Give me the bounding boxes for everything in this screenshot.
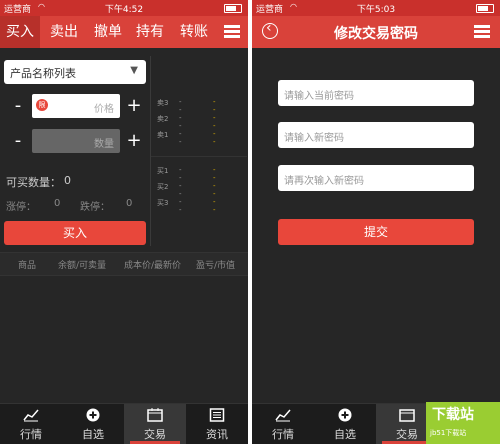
nav-label: 资讯 bbox=[206, 428, 228, 441]
site-watermark-logo: 下载站 jb51下载站 bbox=[426, 402, 500, 444]
page: 运营商 ◠ 下午4:52 买入 卖出 撤单 持有 转账 产品名称列表 ▼ - 限… bbox=[0, 0, 500, 444]
menu-icon[interactable] bbox=[224, 24, 240, 40]
price-decrease-button[interactable]: - bbox=[8, 96, 28, 116]
page-title: 修改交易密码 bbox=[334, 26, 418, 42]
limit-up-label: 涨停： bbox=[6, 202, 36, 213]
qty-decrease-button[interactable]: - bbox=[8, 131, 28, 151]
order-book-row: 卖2 -- -- bbox=[157, 114, 216, 130]
calendar-icon bbox=[147, 408, 163, 422]
holdings-table-header: 商品 余额/可卖量 成本价/最新价 盈亏/市值 bbox=[0, 252, 248, 276]
status-bar: 运营商 ◠ 下午5:03 bbox=[252, 0, 500, 16]
submit-button[interactable]: 提交 bbox=[278, 219, 474, 245]
clock: 下午5:03 bbox=[356, 5, 396, 15]
buy-level-label: 买2 bbox=[157, 183, 169, 191]
nav-watchlist[interactable]: 自选 bbox=[314, 404, 376, 444]
price-input[interactable]: 限 价格 bbox=[32, 94, 120, 118]
column-header: 余额/可卖量 bbox=[58, 261, 107, 271]
chart-icon bbox=[275, 409, 291, 422]
page-header: 修改交易密码 bbox=[252, 16, 500, 48]
order-book-row: 卖3 -- -- bbox=[157, 98, 216, 114]
plus-circle-icon bbox=[338, 408, 352, 422]
order-book-row: 卖1 -- -- bbox=[157, 130, 216, 146]
tab-holdings[interactable]: 持有 bbox=[130, 16, 170, 48]
volume-value: -- bbox=[213, 198, 216, 214]
chevron-down-icon: ▼ bbox=[130, 65, 138, 76]
nav-label: 行情 bbox=[272, 428, 294, 441]
column-header: 商品 bbox=[18, 261, 37, 271]
volume-value: -- bbox=[213, 98, 216, 114]
status-bar: 运营商 ◠ 下午4:52 bbox=[0, 0, 248, 16]
right-screen-change-password: 运营商 ◠ 下午5:03 修改交易密码 请输入当前密码 请输入新密码 请再次输入… bbox=[252, 0, 500, 444]
battery-icon bbox=[476, 4, 494, 13]
sell-level-label: 卖3 bbox=[157, 99, 169, 107]
watermark-title: 下载站 bbox=[432, 407, 474, 423]
sell-level-label: 卖2 bbox=[157, 115, 169, 123]
nav-watchlist[interactable]: 自选 bbox=[62, 404, 124, 444]
news-icon bbox=[209, 408, 225, 422]
watermark-subtitle: jb51下载站 bbox=[430, 429, 467, 437]
limit-down-label: 跌停： bbox=[80, 202, 110, 213]
qty-placeholder: 数量 bbox=[94, 139, 114, 150]
limit-up-value: 0 bbox=[54, 198, 61, 209]
tab-transfer[interactable]: 转账 bbox=[174, 16, 214, 48]
tab-sell[interactable]: 卖出 bbox=[44, 16, 84, 48]
product-dropdown-label: 产品名称列表 bbox=[10, 67, 76, 80]
tab-cancel[interactable]: 撤单 bbox=[88, 16, 128, 48]
input-placeholder: 请输入新密码 bbox=[284, 133, 344, 144]
volume-value: -- bbox=[213, 130, 216, 146]
tab-buy[interactable]: 买入 bbox=[0, 16, 40, 48]
confirm-password-input[interactable]: 请再次输入新密码 bbox=[278, 165, 474, 191]
volume-value: -- bbox=[213, 182, 216, 198]
column-header: 盈亏/市值 bbox=[196, 261, 236, 271]
order-book-row: 买2 -- -- bbox=[157, 182, 216, 198]
chart-icon bbox=[23, 409, 39, 422]
order-book: 卖3 -- -- 卖2 -- -- 卖1 -- -- 买1 -- -- 买2 -- -- 买3 -- -… bbox=[150, 56, 247, 246]
buy-level-label: 买1 bbox=[157, 167, 169, 175]
buyable-qty-label: 可买数量： bbox=[6, 176, 61, 189]
current-password-input[interactable]: 请输入当前密码 bbox=[278, 80, 474, 106]
price-value: -- bbox=[179, 182, 182, 198]
price-value: -- bbox=[179, 198, 182, 214]
volume-value: -- bbox=[213, 166, 216, 182]
trade-tab-bar: 买入 卖出 撤单 持有 转账 bbox=[0, 16, 248, 48]
nav-label: 交易 bbox=[144, 428, 166, 441]
menu-icon[interactable] bbox=[474, 24, 490, 40]
limit-down-value: 0 bbox=[126, 198, 133, 209]
battery-icon bbox=[224, 4, 242, 13]
price-mode-icon[interactable]: 限 bbox=[36, 99, 48, 111]
nav-trade[interactable]: 交易 bbox=[124, 404, 186, 444]
price-placeholder: 价格 bbox=[94, 104, 114, 115]
left-screen-trade-buy: 运营商 ◠ 下午4:52 买入 卖出 撤单 持有 转账 产品名称列表 ▼ - 限… bbox=[0, 0, 248, 444]
input-placeholder: 请再次输入新密码 bbox=[284, 176, 364, 187]
bottom-nav: 行情 自选 交易 资讯 bbox=[0, 403, 248, 444]
clock: 下午4:52 bbox=[104, 5, 144, 15]
sell-level-label: 卖1 bbox=[157, 131, 169, 139]
nav-label: 自选 bbox=[82, 428, 104, 441]
product-dropdown[interactable]: 产品名称列表 ▼ bbox=[4, 60, 146, 84]
order-book-divider bbox=[151, 156, 247, 157]
order-book-row: 买3 -- -- bbox=[157, 198, 216, 214]
calendar-icon bbox=[399, 409, 415, 422]
plus-circle-icon bbox=[86, 408, 100, 422]
input-placeholder: 请输入当前密码 bbox=[284, 91, 354, 102]
price-value: -- bbox=[179, 130, 182, 146]
column-header: 成本价/最新价 bbox=[124, 261, 182, 271]
qty-input[interactable]: 数量 bbox=[32, 129, 120, 153]
volume-value: -- bbox=[213, 114, 216, 130]
qty-increase-button[interactable]: + bbox=[124, 131, 144, 151]
price-increase-button[interactable]: + bbox=[124, 96, 144, 116]
price-value: -- bbox=[179, 166, 182, 182]
price-value: -- bbox=[179, 98, 182, 114]
nav-news[interactable]: 资讯 bbox=[186, 404, 248, 444]
order-book-row: 买1 -- -- bbox=[157, 166, 216, 182]
buy-button[interactable]: 买入 bbox=[4, 221, 146, 245]
price-value: -- bbox=[179, 114, 182, 130]
nav-label: 自选 bbox=[334, 428, 356, 441]
nav-market[interactable]: 行情 bbox=[0, 404, 62, 444]
nav-market[interactable]: 行情 bbox=[252, 404, 314, 444]
buyable-qty-value: 0 bbox=[64, 174, 71, 187]
buy-level-label: 买3 bbox=[157, 199, 169, 207]
new-password-input[interactable]: 请输入新密码 bbox=[278, 122, 474, 148]
nav-label: 行情 bbox=[20, 428, 42, 441]
